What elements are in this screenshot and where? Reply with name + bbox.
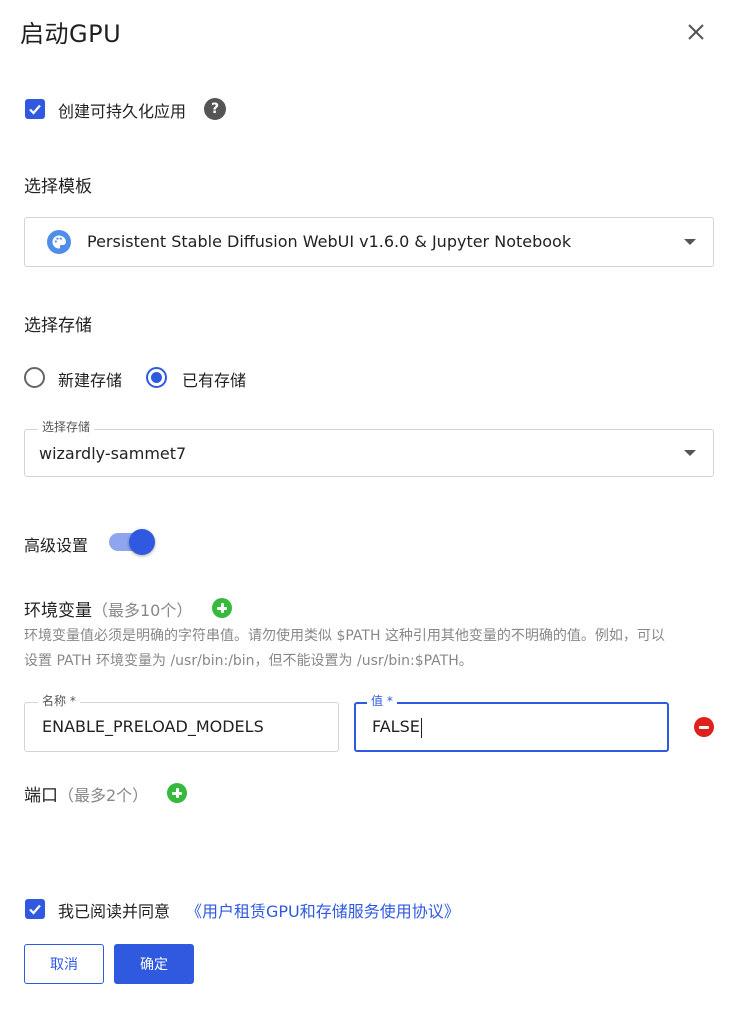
palette-icon	[47, 230, 71, 254]
env-value-label: 值 *	[367, 692, 397, 709]
add-env-icon[interactable]	[212, 598, 232, 618]
storage-select-label: 选择存储	[38, 418, 95, 435]
template-section-title: 选择模板	[24, 177, 92, 197]
radio-existing-storage-label: 已有存储	[182, 371, 247, 390]
env-value-value: FALSE	[372, 717, 420, 736]
add-port-icon[interactable]	[167, 783, 187, 803]
radio-new-storage[interactable]	[24, 367, 45, 388]
env-name-value: ENABLE_PRELOAD_MODELS	[42, 717, 264, 736]
advanced-settings-label: 高级设置	[24, 536, 89, 555]
ports-title: 端口	[24, 786, 58, 806]
ports-header: 端口（最多2个）	[24, 781, 148, 806]
chevron-down-icon	[684, 450, 696, 456]
template-selected-value: Persistent Stable Diffusion WebUI v1.6.0…	[87, 232, 572, 251]
env-title: 环境变量	[24, 601, 92, 621]
env-value-field[interactable]: FALSE	[354, 702, 669, 752]
radio-existing-storage[interactable]	[146, 367, 167, 388]
close-button[interactable]	[682, 18, 710, 46]
check-icon	[29, 104, 41, 115]
persistent-checkbox[interactable]	[25, 99, 45, 119]
env-name-label: 名称 *	[38, 692, 80, 709]
agreement-link[interactable]: 《用户租赁GPU和存储服务使用协议》	[186, 898, 460, 922]
env-hint: 环境变量值必须是明确的字符串值。请勿使用类似 $PATH 这种引用其他变量的不明…	[24, 624, 724, 674]
persistent-label: 创建可持久化应用	[58, 102, 187, 121]
env-hint-line-2: 设置 PATH 环境变量为 /usr/bin:/bin，但不能设置为 /usr/…	[24, 653, 473, 669]
close-icon[interactable]	[682, 18, 710, 46]
advanced-settings-toggle-thumb[interactable]	[129, 529, 155, 555]
storage-section-title: 选择存储	[24, 316, 92, 336]
agreement-text: 我已阅读并同意	[58, 902, 171, 921]
env-name-field[interactable]: ENABLE_PRELOAD_MODELS	[24, 702, 339, 752]
agreement-checkbox[interactable]	[25, 899, 45, 919]
confirm-button[interactable]: 确定	[114, 944, 194, 984]
text-caret	[420, 717, 422, 738]
check-icon	[29, 904, 41, 915]
radio-new-storage-label: 新建存储	[58, 371, 123, 390]
chevron-down-icon	[684, 239, 696, 245]
env-hint-line-1: 环境变量值必须是明确的字符串值。请勿使用类似 $PATH 这种引用其他变量的不明…	[24, 628, 665, 644]
storage-select[interactable]: wizardly-sammet7	[24, 429, 714, 477]
remove-env-icon[interactable]	[694, 717, 714, 737]
help-icon[interactable]: ?	[204, 98, 226, 120]
ports-limit: （最多2个）	[58, 786, 149, 805]
env-header: 环境变量（最多10个）	[24, 596, 192, 621]
template-select[interactable]: Persistent Stable Diffusion WebUI v1.6.0…	[24, 217, 714, 267]
storage-selected-value: wizardly-sammet7	[39, 444, 187, 463]
env-limit: （最多10个）	[92, 601, 193, 620]
cancel-button[interactable]: 取消	[24, 944, 104, 984]
dialog-title: 启动GPU	[20, 20, 122, 48]
